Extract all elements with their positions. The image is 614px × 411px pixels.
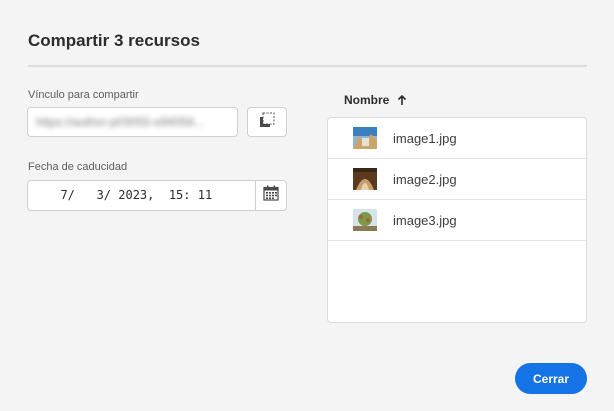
- file-row[interactable]: image3.jpg: [328, 200, 586, 241]
- file-name: image1.jpg: [393, 130, 457, 146]
- file-row[interactable]: image2.jpg: [328, 159, 586, 200]
- title-divider: [28, 65, 587, 67]
- share-link-field[interactable]: https://author-p03055-e94056...: [27, 107, 238, 137]
- share-dialog: Compartir 3 recursos Vínculo para compar…: [0, 0, 614, 411]
- image-thumbnail: [353, 209, 377, 231]
- copy-link-button[interactable]: [247, 107, 287, 137]
- image-thumbnail: [353, 168, 377, 190]
- dialog-title: Compartir 3 recursos: [28, 31, 200, 50]
- file-name: image3.jpg: [393, 212, 457, 228]
- file-list: image1.jpg image2.jpg image3.jpg: [327, 117, 587, 323]
- calendar-button[interactable]: [255, 180, 287, 211]
- copy-icon: [258, 112, 276, 133]
- expiration-date-field[interactable]: 7/ 3/ 2023, 15: 11: [27, 180, 255, 211]
- close-button[interactable]: Cerrar: [515, 363, 587, 394]
- column-header-label: Nombre: [344, 93, 390, 107]
- file-row[interactable]: image1.jpg: [328, 118, 586, 159]
- arrow-up-icon: [397, 94, 407, 106]
- share-link-value: https://author-p03055-e94056...: [36, 115, 205, 129]
- file-name: image2.jpg: [393, 171, 457, 187]
- expiration-label: Fecha de caducidad: [28, 161, 128, 173]
- share-link-label: Vínculo para compartir: [28, 89, 139, 101]
- calendar-icon: [263, 185, 279, 206]
- image-thumbnail: [353, 127, 377, 149]
- column-header-name[interactable]: Nombre: [344, 93, 407, 107]
